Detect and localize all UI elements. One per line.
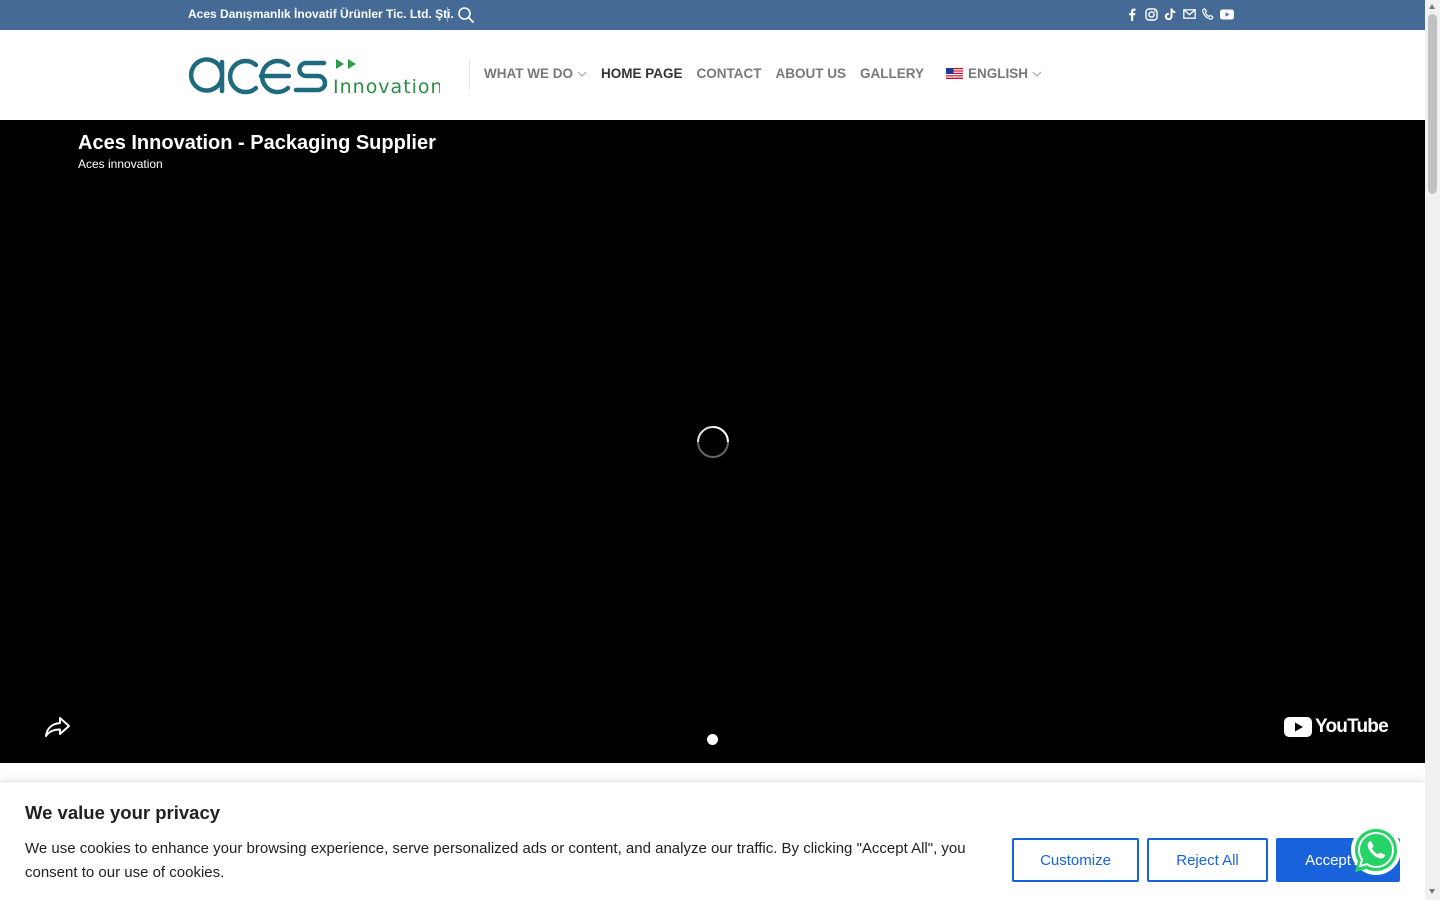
page-scrollbar[interactable]: [1425, 0, 1440, 900]
nav-gallery[interactable]: GALLERY: [860, 66, 924, 81]
instagram-icon[interactable]: [1143, 6, 1159, 22]
reject-all-button[interactable]: Reject All: [1147, 838, 1268, 882]
chevron-down-icon: [577, 71, 587, 77]
search-icon[interactable]: [457, 6, 475, 24]
scroll-down-icon[interactable]: [1429, 889, 1435, 894]
us-flag-icon: [946, 68, 963, 79]
nav-what-we-do[interactable]: WHAT WE DO: [484, 66, 587, 81]
cookie-text: We use cookies to enhance your browsing …: [25, 840, 966, 881]
whatsapp-icon[interactable]: [1349, 824, 1403, 878]
nav-home-page[interactable]: HOME PAGE: [601, 66, 683, 81]
nav-label: WHAT WE DO: [484, 66, 573, 81]
aces-innovation-logo[interactable]: Innovation: [188, 53, 443, 99]
nav-label: GALLERY: [860, 66, 924, 81]
video-title[interactable]: Aces Innovation - Packaging Supplier: [78, 132, 436, 155]
facebook-icon[interactable]: [1124, 6, 1140, 22]
main-nav: WHAT WE DO HOME PAGE CONTACT ABOUT US GA…: [484, 66, 1056, 81]
site-header: Innovation WHAT WE DO HOME PAGE CONTACT …: [0, 30, 1425, 120]
nav-label: HOME PAGE: [600, 66, 683, 81]
top-bar: Aces Danışmanlık İnovatif Ürünler Tic. L…: [0, 0, 1425, 30]
youtube-logo[interactable]: YouTube: [1284, 716, 1389, 738]
nav-about-us[interactable]: ABOUT US: [776, 66, 847, 81]
nav-label: ABOUT US: [775, 66, 847, 81]
loading-spinner-icon: [697, 426, 729, 458]
youtube-icon[interactable]: [1219, 6, 1235, 22]
progress-dot: [707, 734, 718, 745]
cookie-consent-banner: We value your privacy We use cookies to …: [0, 781, 1425, 900]
scrollbar-thumb[interactable]: [1428, 14, 1437, 194]
divider: [447, 7, 448, 22]
share-icon[interactable]: [44, 715, 71, 739]
chevron-down-icon: [1032, 71, 1042, 77]
email-icon[interactable]: [1181, 6, 1197, 22]
youtube-wordmark: YouTube: [1315, 716, 1389, 737]
phone-icon[interactable]: [1200, 6, 1216, 22]
customize-button[interactable]: Customize: [1012, 838, 1139, 882]
youtube-video-embed[interactable]: Aces Innovation - Packaging Supplier Ace…: [0, 120, 1425, 763]
language-switcher[interactable]: ENGLISH: [946, 66, 1042, 81]
company-name: Aces Danışmanlık İnovatif Ürünler Tic. L…: [188, 7, 454, 21]
video-channel[interactable]: Aces innovation: [78, 157, 163, 171]
nav-label: CONTACT: [696, 66, 762, 81]
tiktok-icon[interactable]: [1162, 6, 1178, 22]
cookie-title: We value your privacy: [25, 802, 221, 823]
nav-contact[interactable]: CONTACT: [697, 66, 762, 81]
scroll-up-icon[interactable]: [1429, 4, 1435, 9]
header-divider: [469, 60, 470, 90]
social-links: [1124, 6, 1235, 22]
logo-subtitle: Innovation: [333, 76, 440, 98]
youtube-play-icon: [1284, 717, 1312, 737]
language-label: ENGLISH: [968, 66, 1029, 81]
